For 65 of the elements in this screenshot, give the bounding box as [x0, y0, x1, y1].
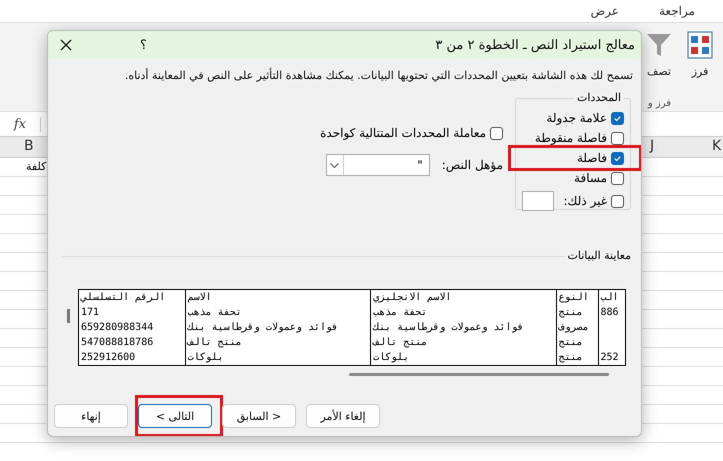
preview-cell: بلوكات [185, 350, 371, 366]
column-header: K [712, 138, 722, 154]
column-header: J [650, 138, 654, 154]
text-qualifier-dropdown[interactable]: " [326, 154, 430, 176]
window-title: معالج استيراد النص ـ الخطوة ٢ من ٣ [434, 38, 635, 52]
preview-cell: فوائد وعمولات وقرطاسية بنك [370, 320, 556, 335]
preview-header: الاسم الانجليزي [370, 290, 556, 305]
checkbox-label[interactable]: فاصلة [577, 151, 607, 165]
dialog-button[interactable]: إلغاء الأمر [306, 404, 380, 428]
preview-cell: تحفة مذهب [370, 305, 556, 320]
checkbox-label[interactable]: غير ذلك: [564, 194, 607, 208]
preview-cell: 171 [78, 305, 186, 320]
preview-cell: 547088818786 [78, 335, 186, 350]
ribbon-tab[interactable]: مراجعة [658, 4, 695, 18]
checkmark-icon [613, 114, 622, 122]
checkmark-icon [613, 154, 622, 162]
preview-cell: بلوكات [370, 350, 556, 366]
preview-header: الاسم [185, 290, 371, 305]
caret-icon [330, 162, 340, 168]
checkbox[interactable] [611, 112, 624, 124]
checkbox-label[interactable]: معاملة المحددات المتتالية كواحدة [320, 126, 486, 140]
preview-cell: منتج [556, 305, 598, 320]
checkbox-label[interactable]: مسافة [574, 171, 607, 185]
field-label: مؤهل النص: [442, 158, 503, 172]
description-text: تسمح لك هذه الشاشة بتعيين المحددات التي تحتويها البيانات. يمكنك مشاهدة التأثير على النص في المعاينة أدناه. [124, 66, 634, 82]
preview-header: النوع [556, 290, 598, 305]
ribbon-button-label[interactable]: تصف [647, 65, 671, 78]
dialog-button[interactable]: التالى > [138, 404, 212, 428]
checkbox[interactable] [611, 172, 624, 184]
checkbox-label[interactable]: فاصلة منقوطة [534, 131, 607, 145]
sort-icon [687, 31, 713, 59]
preview-cell: 252 [598, 350, 626, 366]
preview-cell: 886 [598, 305, 626, 320]
scroll-marker [67, 309, 70, 323]
checkbox[interactable] [611, 194, 624, 208]
filter-icon [645, 31, 673, 59]
preview-header: الرقم التسلسلي [78, 290, 186, 305]
checkbox[interactable] [611, 132, 624, 144]
other-delimiter-field[interactable] [522, 191, 554, 211]
function-label[interactable]: fx [0, 116, 41, 132]
horizontal-scrollbar[interactable] [349, 373, 609, 376]
preview-cell: 659280988344 [78, 320, 186, 335]
ribbon-tab[interactable]: عرض [590, 4, 619, 18]
preview-header: الب [598, 290, 626, 305]
section-title: معاينة البيانات [564, 249, 631, 262]
preview-cell: منتج تالف [185, 335, 371, 350]
help-button[interactable]: ؟ [140, 38, 147, 52]
preview-cell: 252912600 [78, 350, 186, 366]
column-header: B [24, 138, 34, 154]
preview-cell: تحفة مذهب [185, 305, 371, 320]
preview-cell: مصروف [556, 320, 598, 335]
close-icon[interactable] [60, 39, 72, 51]
dialog-button[interactable]: إنهاء [54, 404, 128, 428]
preview-cell: منتج [556, 350, 598, 366]
group-title: المحددات [574, 91, 624, 104]
ribbon-button-label[interactable]: فرز [692, 65, 708, 78]
checkbox-label[interactable]: علامة جدولة [546, 111, 607, 125]
preview-cell: فوائد وعمولات وقرطاسية بنك [185, 320, 371, 335]
ribbon-group-label: فرز و [648, 98, 671, 109]
dialog-button[interactable]: < السابق [222, 404, 296, 428]
preview-cell: منتج [556, 335, 598, 350]
preview-cell: منتج تالف [370, 335, 556, 350]
checkbox[interactable] [611, 152, 624, 164]
table-cell: كلفة [26, 160, 46, 173]
checkbox[interactable] [490, 126, 503, 140]
